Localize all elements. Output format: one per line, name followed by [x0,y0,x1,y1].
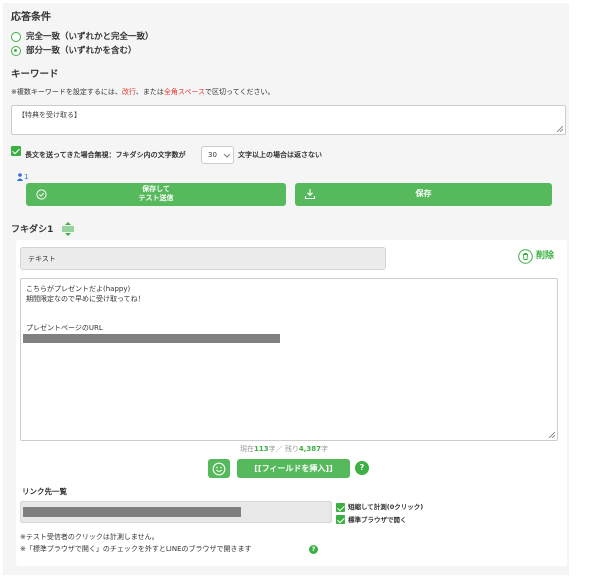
link-help-glyph: ? [311,545,316,553]
save-and-test-button[interactable]: 保存して テスト送信 [26,183,286,206]
save-button[interactable]: 保存 [295,183,552,206]
message-type-value[interactable]: テキスト [28,256,56,263]
char-counter: 現在113字／ 残り4,387字 [240,446,328,453]
save-and-test-line1: 保存して [142,185,170,193]
char-count-value[interactable]: 30 [208,152,217,159]
keyword-note-pre: ※複数キーワードを設定するには、 [11,88,122,96]
insert-field-button[interactable]: [[フィールドを挿入]] [237,459,350,478]
keyword-note: ※複数キーワードを設定するには、改行、または全角スペースで区切ってください。 [11,89,275,96]
keyword-textarea[interactable]: 【特典を受け取る】 [11,105,566,135]
link-help-icon[interactable]: ? [309,545,318,554]
resize-handle-icon[interactable] [557,126,563,132]
help-icon-glyph: ? [359,463,365,472]
shorten-measure-checkbox[interactable] [336,503,345,512]
message-type-select[interactable]: テキスト [20,247,386,270]
link-list-heading: リンク先一覧 [22,487,67,496]
user-count: 1 [24,173,29,181]
answer-condition-heading: 応答条件 [11,12,51,23]
person-icon [17,173,23,181]
keyword-note-fullwidth-space: 全角スペース [163,88,206,96]
message-line-1[interactable]: こちらがプレゼントだよ(happy) [26,286,130,293]
redacted-url [23,334,280,343]
save-button-label: 保存 [415,189,432,198]
long-text-ignore-checkbox[interactable] [11,146,21,156]
keyword-note-newline: 改行 [121,88,136,96]
char-count-select[interactable]: 30 [201,146,234,164]
char-counter-post: 字 [321,445,329,453]
keyword-value[interactable]: 【特典を受け取る】 [18,112,81,119]
radio-partial-match[interactable] [11,46,21,56]
radio-partial-match-label[interactable]: 部分一致（いずれかを含む） [26,47,137,56]
help-icon[interactable]: ? [355,461,369,475]
standard-browser-checkbox[interactable] [336,515,345,524]
long-text-label-pre: 長文を送ってきた場合無視：フキダシ内の文字数が [25,151,186,159]
char-counter-pre: 現在 [240,445,254,453]
char-counter-current: 113 [254,445,269,453]
keyword-heading: キーワード [11,69,59,80]
delete-label: 削除 [536,251,555,261]
link-note-2: ※「標準ブラウザで開く」のチェックを外すとLINEのブラウザで開きます [20,545,252,553]
link-url-field[interactable] [20,501,332,523]
trash-icon [518,249,533,264]
char-counter-remaining: 4,387 [298,445,322,453]
emoji-button[interactable] [208,459,230,478]
chevron-down-icon [223,153,231,158]
resize-handle-icon[interactable] [549,432,555,438]
standard-browser-label: 標準ブラウザで開く [348,516,407,524]
long-text-label-post: 文字以上の場合は返さない [238,151,322,159]
bubble-heading: フキダシ1 [11,225,54,235]
message-line-2[interactable]: 期間限定なので早めに受け取ってね！ [26,296,145,303]
drag-handle-icon[interactable] [60,222,76,236]
keyword-note-mid: 、または [135,88,164,96]
shorten-measure-label: 短縮して計測(0クリック) [348,503,424,511]
radio-exact-match-label[interactable]: 完全一致（いずれかと完全一致） [26,33,154,42]
message-line-3[interactable]: プレゼントページのURL [26,325,103,332]
link-note-1: ※テスト受信者のクリックは計測しません。 [20,533,159,541]
keyword-note-post: で区切ってください。 [205,88,275,96]
message-textarea[interactable]: こちらがプレゼントだよ(happy) 期間限定なので早めに受け取ってね！ プレゼ… [20,278,558,441]
smiley-icon [212,462,226,476]
redacted-link-url [23,507,241,517]
char-counter-mid: 字／ 残り [268,445,299,453]
delete-button[interactable]: 削除 [518,249,560,264]
save-and-test-line2: テスト送信 [138,194,174,202]
insert-field-label: [[フィールドを挿入]] [254,464,333,473]
radio-exact-match[interactable] [11,32,21,42]
